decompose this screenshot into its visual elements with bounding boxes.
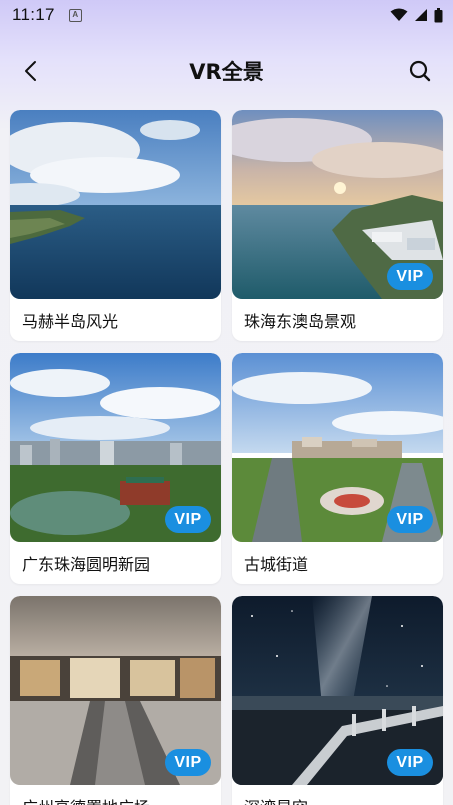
scene-title: 古城街道 <box>244 555 309 574</box>
signal-icon <box>415 9 427 21</box>
vip-badge: VIP <box>387 263 433 290</box>
scene-card[interactable]: 马赫半岛风光 <box>10 110 221 341</box>
vip-badge: VIP <box>165 749 211 776</box>
scene-title: 珠海东澳岛景观 <box>244 312 357 331</box>
scene-thumbnail <box>10 110 221 299</box>
vip-badge: VIP <box>387 749 433 776</box>
scene-card[interactable]: VIP 广州高德置地广场 <box>10 596 221 805</box>
battery-icon <box>434 7 443 22</box>
scene-card[interactable]: VIP 古城街道 <box>232 353 443 584</box>
page-title: VR全景 <box>189 60 264 84</box>
vip-badge: VIP <box>165 506 211 533</box>
notification-icon: A <box>68 8 82 22</box>
scene-grid: 马赫半岛风光 VIP 珠海东澳岛景观 VIP 广东珠海圆明新园 VIP 古城街道… <box>10 110 443 805</box>
search-button[interactable] <box>405 56 435 86</box>
scene-title: 深湾星空 <box>244 794 308 805</box>
chevron-left-icon <box>25 61 36 81</box>
status-time: 11:17 <box>12 5 55 24</box>
wifi-icon <box>390 8 408 21</box>
status-bar: 11:17 A <box>0 0 453 30</box>
vip-badge: VIP <box>387 506 433 533</box>
scene-card[interactable]: VIP 深湾星空 <box>232 596 443 805</box>
scene-card[interactable]: VIP 珠海东澳岛景观 <box>232 110 443 341</box>
scene-title: 马赫半岛风光 <box>22 312 119 331</box>
app-header: VR全景 <box>0 42 453 100</box>
back-button[interactable] <box>16 56 46 86</box>
scene-title: 广东珠海圆明新园 <box>22 555 151 574</box>
scene-card[interactable]: VIP 广东珠海圆明新园 <box>10 353 221 584</box>
status-icons <box>390 7 443 23</box>
scene-title: 广州高德置地广场 <box>22 794 150 805</box>
search-icon <box>409 60 431 82</box>
